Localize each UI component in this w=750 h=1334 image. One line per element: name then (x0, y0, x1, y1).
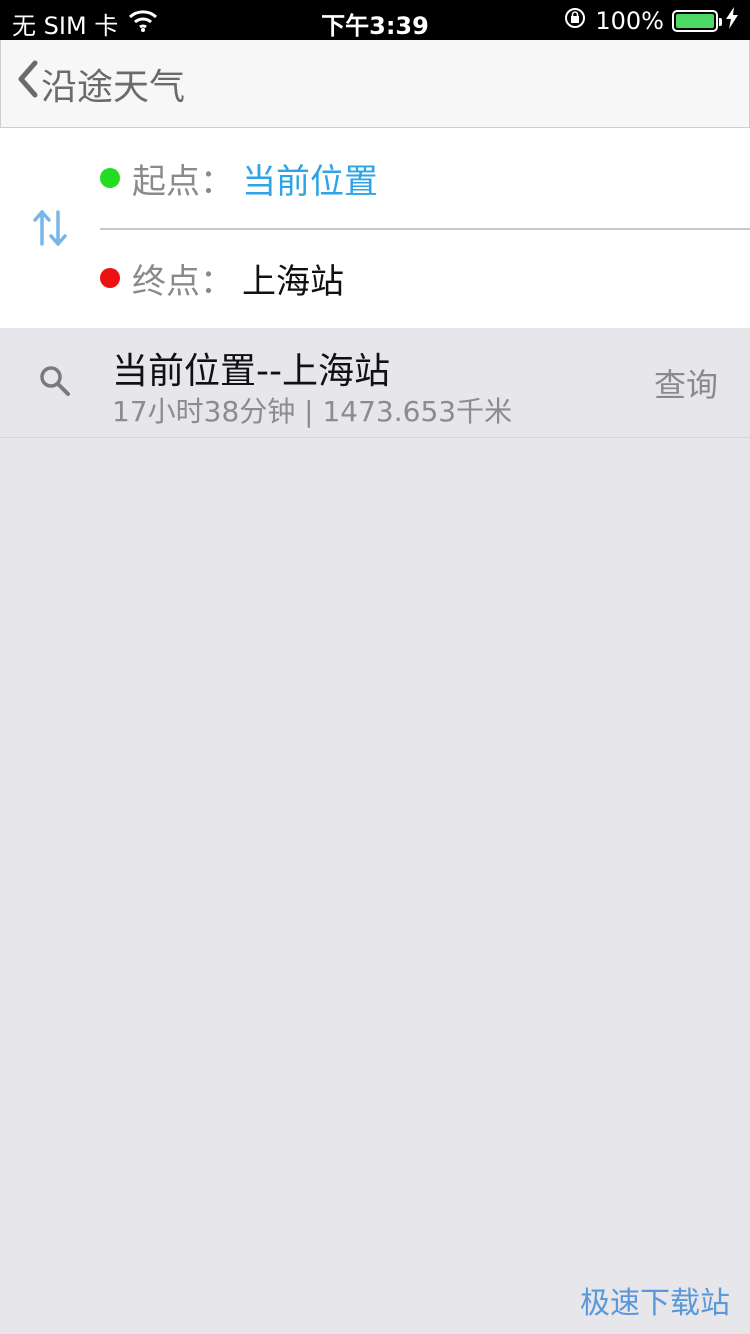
query-button[interactable]: 查询 (654, 360, 718, 406)
chevron-left-icon (15, 59, 41, 108)
end-dot (100, 268, 120, 288)
end-point-field[interactable]: 终点： 上海站 (100, 228, 750, 328)
battery-icon (672, 10, 722, 32)
search-icon (38, 364, 72, 398)
start-value: 当前位置 (242, 161, 378, 202)
back-button[interactable]: 沿途天气 (1, 40, 185, 127)
orientation-lock-icon (563, 6, 587, 36)
status-right: 100% (563, 6, 738, 36)
result-summary: 17小时38分钟 | 1473.653千米 (112, 395, 513, 428)
start-label: 起点： (132, 161, 234, 202)
battery-percent: 100% (595, 7, 664, 35)
swap-vertical-icon[interactable] (30, 204, 70, 252)
screen: 无 SIM 卡 下午3:39 100% 沿途天气 起点： 当前位置 终点： 上海… (0, 0, 750, 1334)
start-point-field[interactable]: 起点： 当前位置 (100, 128, 750, 228)
end-value: 上海站 (242, 261, 344, 302)
end-label: 终点： (132, 261, 234, 302)
battery-fill (676, 14, 714, 28)
bolt-icon (726, 7, 738, 35)
route-result-item[interactable]: 当前位置--上海站 17小时38分钟 | 1473.653千米 查询 (0, 328, 750, 438)
nav-title: 沿途天气 (41, 66, 186, 108)
watermark: 极速下载站 (580, 1286, 730, 1321)
status-bar: 无 SIM 卡 下午3:39 100% (0, 0, 750, 40)
start-dot (100, 168, 120, 188)
result-title: 当前位置--上海站 (112, 351, 390, 392)
nav-bar: 沿途天气 (0, 40, 750, 128)
